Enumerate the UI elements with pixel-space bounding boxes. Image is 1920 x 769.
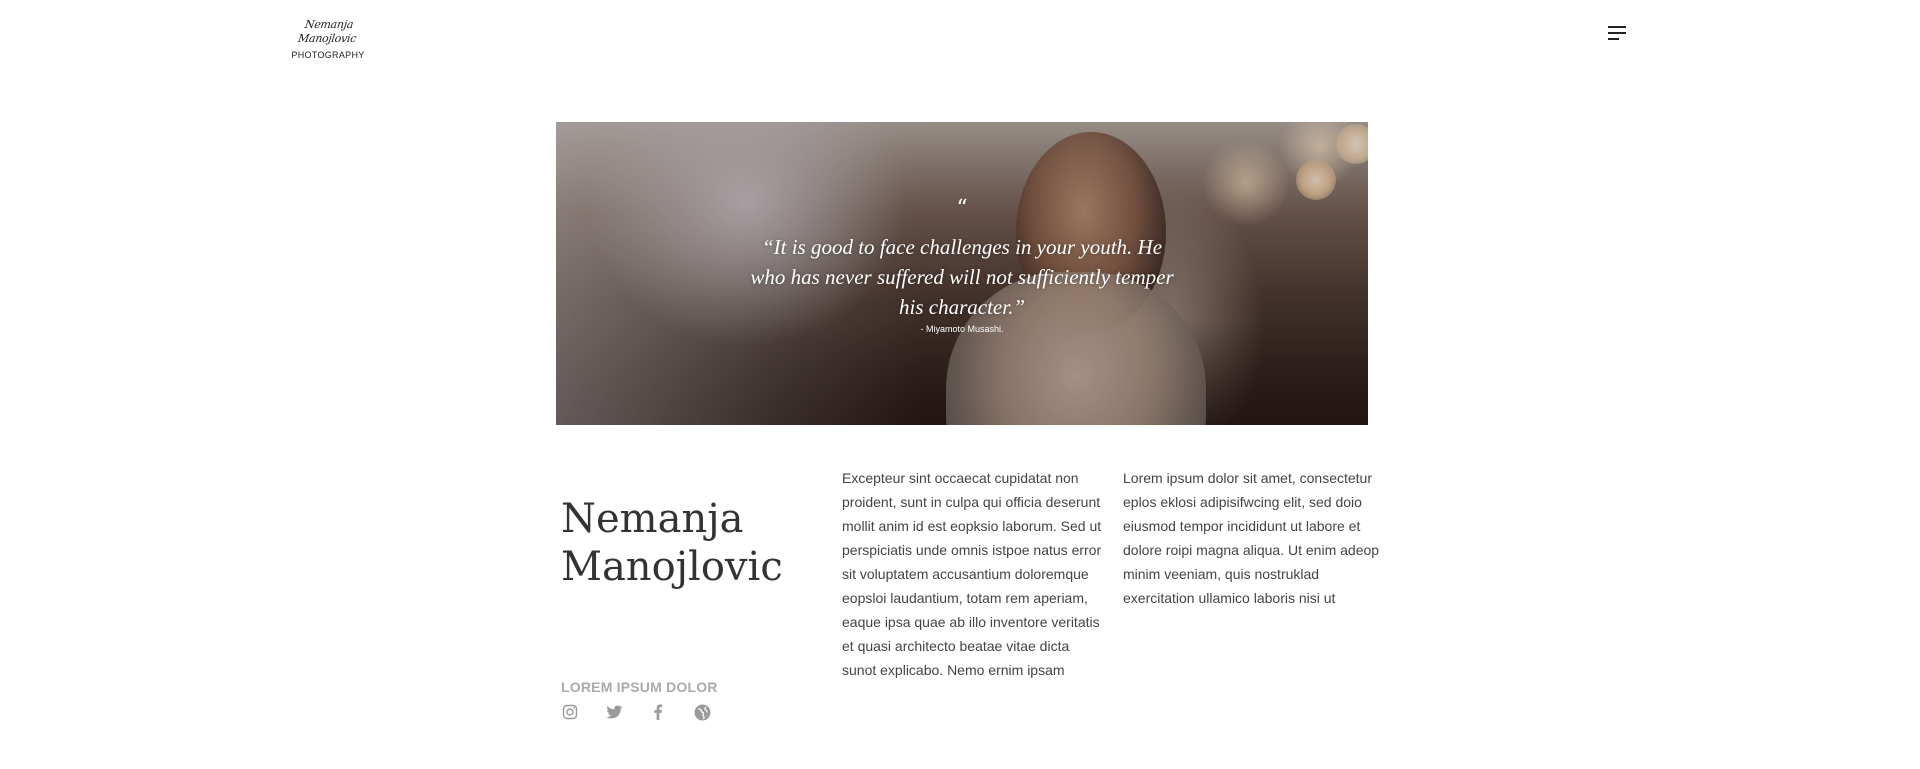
quote-author: - Miyamoto Musashi. (920, 324, 1004, 334)
profile-name: Nemanja Manojlovic (561, 495, 783, 590)
logo-subtitle: PHOTOGRAPHY (291, 50, 365, 60)
hero-image: “ “It is good to face challenges in your… (556, 122, 1368, 425)
social-links (561, 703, 711, 721)
body-text-column-2: Lorem ipsum dolor sit amet, consectetur … (1123, 470, 1380, 606)
logo-signature: Nemanja Manojlovic (297, 18, 357, 45)
quote-text: “It is good to face challenges in your y… (750, 235, 1174, 319)
hamburger-menu-icon[interactable] (1608, 26, 1628, 44)
menu-line (1608, 38, 1619, 40)
hero-quote: “ “It is good to face challenges in your… (556, 196, 1368, 335)
site-logo[interactable]: Nemanja Manojlovic PHOTOGRAPHY (280, 18, 376, 60)
menu-line (1608, 32, 1626, 34)
body-text-column-1: Excepteur sint occaecat cupidatat non pr… (842, 470, 1102, 678)
twitter-icon[interactable] (605, 703, 623, 721)
instagram-icon[interactable] (561, 703, 579, 721)
page: Nemanja Manojlovic PHOTOGRAPHY “ “It is … (0, 0, 1920, 769)
facebook-icon[interactable] (649, 703, 667, 721)
section-label: LOREM IPSUM DOLOR (561, 679, 718, 695)
quote-mark-icon: “ (956, 196, 968, 221)
globe-icon[interactable] (693, 703, 711, 721)
menu-line (1608, 26, 1626, 28)
